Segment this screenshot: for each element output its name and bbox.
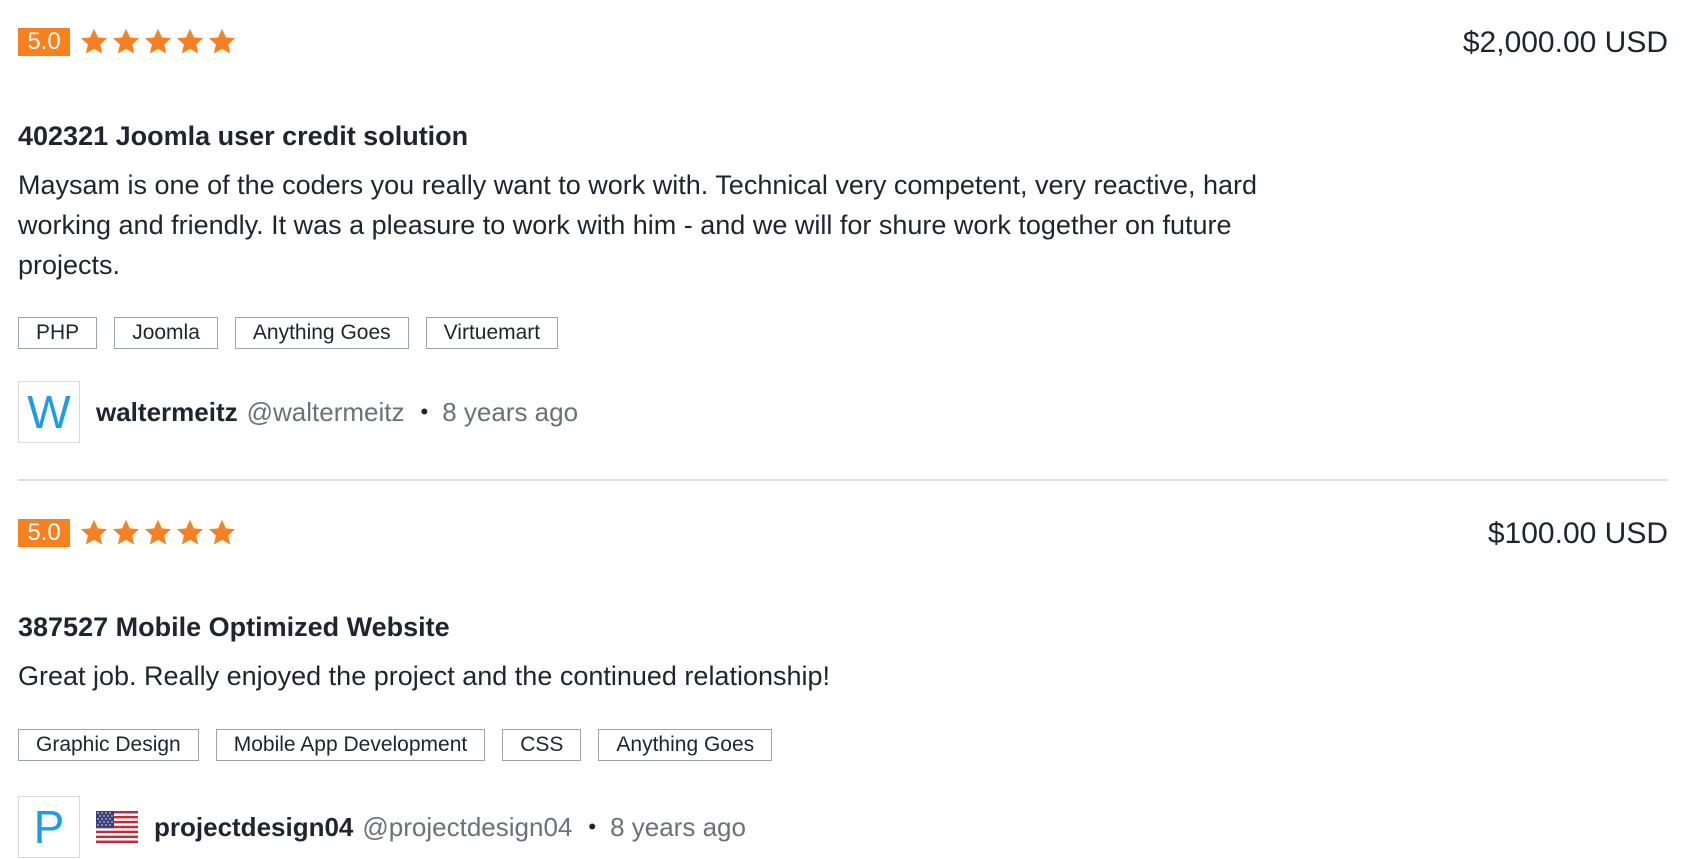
star-icon xyxy=(110,26,142,58)
star-icon xyxy=(78,517,110,549)
star-rating xyxy=(78,25,238,59)
skill-tags: Graphic Design Mobile App Development CS… xyxy=(18,729,773,761)
review-card: 5.0 $2,000.00 USD 402321 Joomla user cre… xyxy=(18,25,1668,443)
review-time: 8 years ago xyxy=(442,396,579,427)
star-icon xyxy=(206,517,238,549)
author-username[interactable]: projectdesign04 xyxy=(154,812,353,843)
skill-tag[interactable]: Virtuemart xyxy=(425,317,559,349)
skill-tag[interactable]: Joomla xyxy=(114,317,218,349)
star-rating xyxy=(78,516,238,550)
project-amount: $100.00 USD xyxy=(1487,517,1668,550)
author-handle: @projectdesign04 xyxy=(362,811,573,842)
star-icon xyxy=(142,517,174,549)
divider xyxy=(18,479,1668,481)
review-card: 5.0 $100.00 USD 387527 Mobile Optimized … xyxy=(18,516,1668,858)
review-author: W waltermeitz @waltermeitz • 8 years ago xyxy=(18,380,578,444)
project-amount: $2,000.00 USD xyxy=(1462,26,1668,59)
author-username[interactable]: waltermeitz xyxy=(96,397,238,428)
skill-tag[interactable]: CSS xyxy=(502,729,582,761)
skill-tag[interactable]: Mobile App Development xyxy=(215,729,486,761)
skill-tag[interactable]: PHP xyxy=(18,317,98,349)
rating-row: 5.0 $2,000.00 USD xyxy=(18,25,1668,59)
review-author: P projectdesign04 @projectdesign04 • 8 y… xyxy=(18,795,746,859)
rating-row: 5.0 $100.00 USD xyxy=(18,516,1668,550)
star-icon xyxy=(174,26,206,58)
review-comment: Maysam is one of the coders you really w… xyxy=(18,170,1258,280)
avatar[interactable]: P xyxy=(18,796,80,858)
star-icon xyxy=(78,26,110,58)
review-comment: Great job. Really enjoyed the project an… xyxy=(18,661,831,691)
star-icon xyxy=(174,517,206,549)
rating-badge: 5.0 xyxy=(18,519,70,547)
us-flag-icon xyxy=(96,811,138,843)
skill-tag[interactable]: Graphic Design xyxy=(18,729,199,761)
star-icon xyxy=(206,26,238,58)
skill-tag[interactable]: Anything Goes xyxy=(598,729,773,761)
star-icon xyxy=(142,26,174,58)
separator-dot: • xyxy=(588,814,597,839)
separator-dot: • xyxy=(420,399,429,424)
review-time: 8 years ago xyxy=(610,811,746,842)
skill-tag[interactable]: Anything Goes xyxy=(234,317,409,349)
rating-badge: 5.0 xyxy=(18,28,70,56)
avatar[interactable]: W xyxy=(18,381,80,443)
author-handle: @waltermeitz xyxy=(246,396,405,427)
star-icon xyxy=(110,517,142,549)
project-title-link[interactable]: 402321 Joomla user credit solution xyxy=(18,120,468,152)
project-title-link[interactable]: 387527 Mobile Optimized Website xyxy=(18,611,450,643)
skill-tags: PHP Joomla Anything Goes Virtuemart xyxy=(18,317,559,349)
